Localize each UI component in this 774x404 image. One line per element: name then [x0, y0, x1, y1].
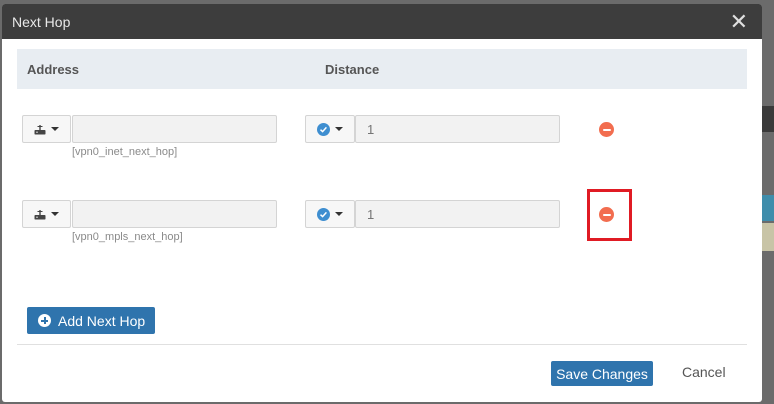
router-icon: [34, 209, 46, 220]
chevron-down-icon: [335, 212, 343, 216]
add-next-hop-label: Add Next Hop: [58, 312, 146, 329]
cancel-button[interactable]: Cancel: [682, 364, 726, 380]
interface-type-dropdown[interactable]: [22, 200, 71, 228]
table-header: Address Distance: [17, 49, 747, 89]
remove-row-button[interactable]: [599, 122, 614, 137]
distance-input[interactable]: [355, 200, 560, 228]
plus-circle-icon: [38, 314, 51, 327]
distance-input[interactable]: [355, 115, 560, 143]
address-input[interactable]: [72, 200, 277, 228]
next-hop-row: [vpn0_mpls_next_hop]: [2, 189, 762, 270]
dialog-title: Next Hop: [12, 13, 71, 30]
router-icon: [34, 124, 46, 135]
address-variable-hint: [vpn0_inet_next_hop]: [72, 146, 178, 158]
distance-type-dropdown[interactable]: [305, 200, 355, 228]
check-circle-icon: [317, 122, 330, 136]
dialog-header: Next Hop ✕: [2, 4, 762, 39]
remove-row-button[interactable]: [599, 207, 614, 222]
address-variable-hint: [vpn0_mpls_next_hop]: [72, 231, 183, 243]
next-hop-dialog: Next Hop ✕ Address Distance [vpn0_inet_n…: [2, 4, 762, 402]
column-header-distance: Distance: [325, 62, 380, 77]
minus-circle-icon: [602, 128, 611, 131]
chevron-down-icon: [51, 212, 59, 216]
save-changes-button[interactable]: Save Changes: [551, 361, 653, 386]
distance-type-dropdown[interactable]: [305, 115, 355, 143]
next-hop-row: [vpn0_inet_next_hop]: [2, 115, 762, 185]
chevron-down-icon: [335, 127, 343, 131]
column-header-address: Address: [27, 62, 80, 77]
check-circle-icon: [317, 207, 330, 221]
address-input[interactable]: [72, 115, 277, 143]
add-next-hop-button[interactable]: Add Next Hop: [27, 307, 155, 334]
minus-circle-icon: [602, 213, 611, 216]
close-icon[interactable]: ✕: [730, 10, 748, 33]
interface-type-dropdown[interactable]: [22, 115, 71, 143]
chevron-down-icon: [51, 127, 59, 131]
footer-divider: [17, 344, 747, 345]
